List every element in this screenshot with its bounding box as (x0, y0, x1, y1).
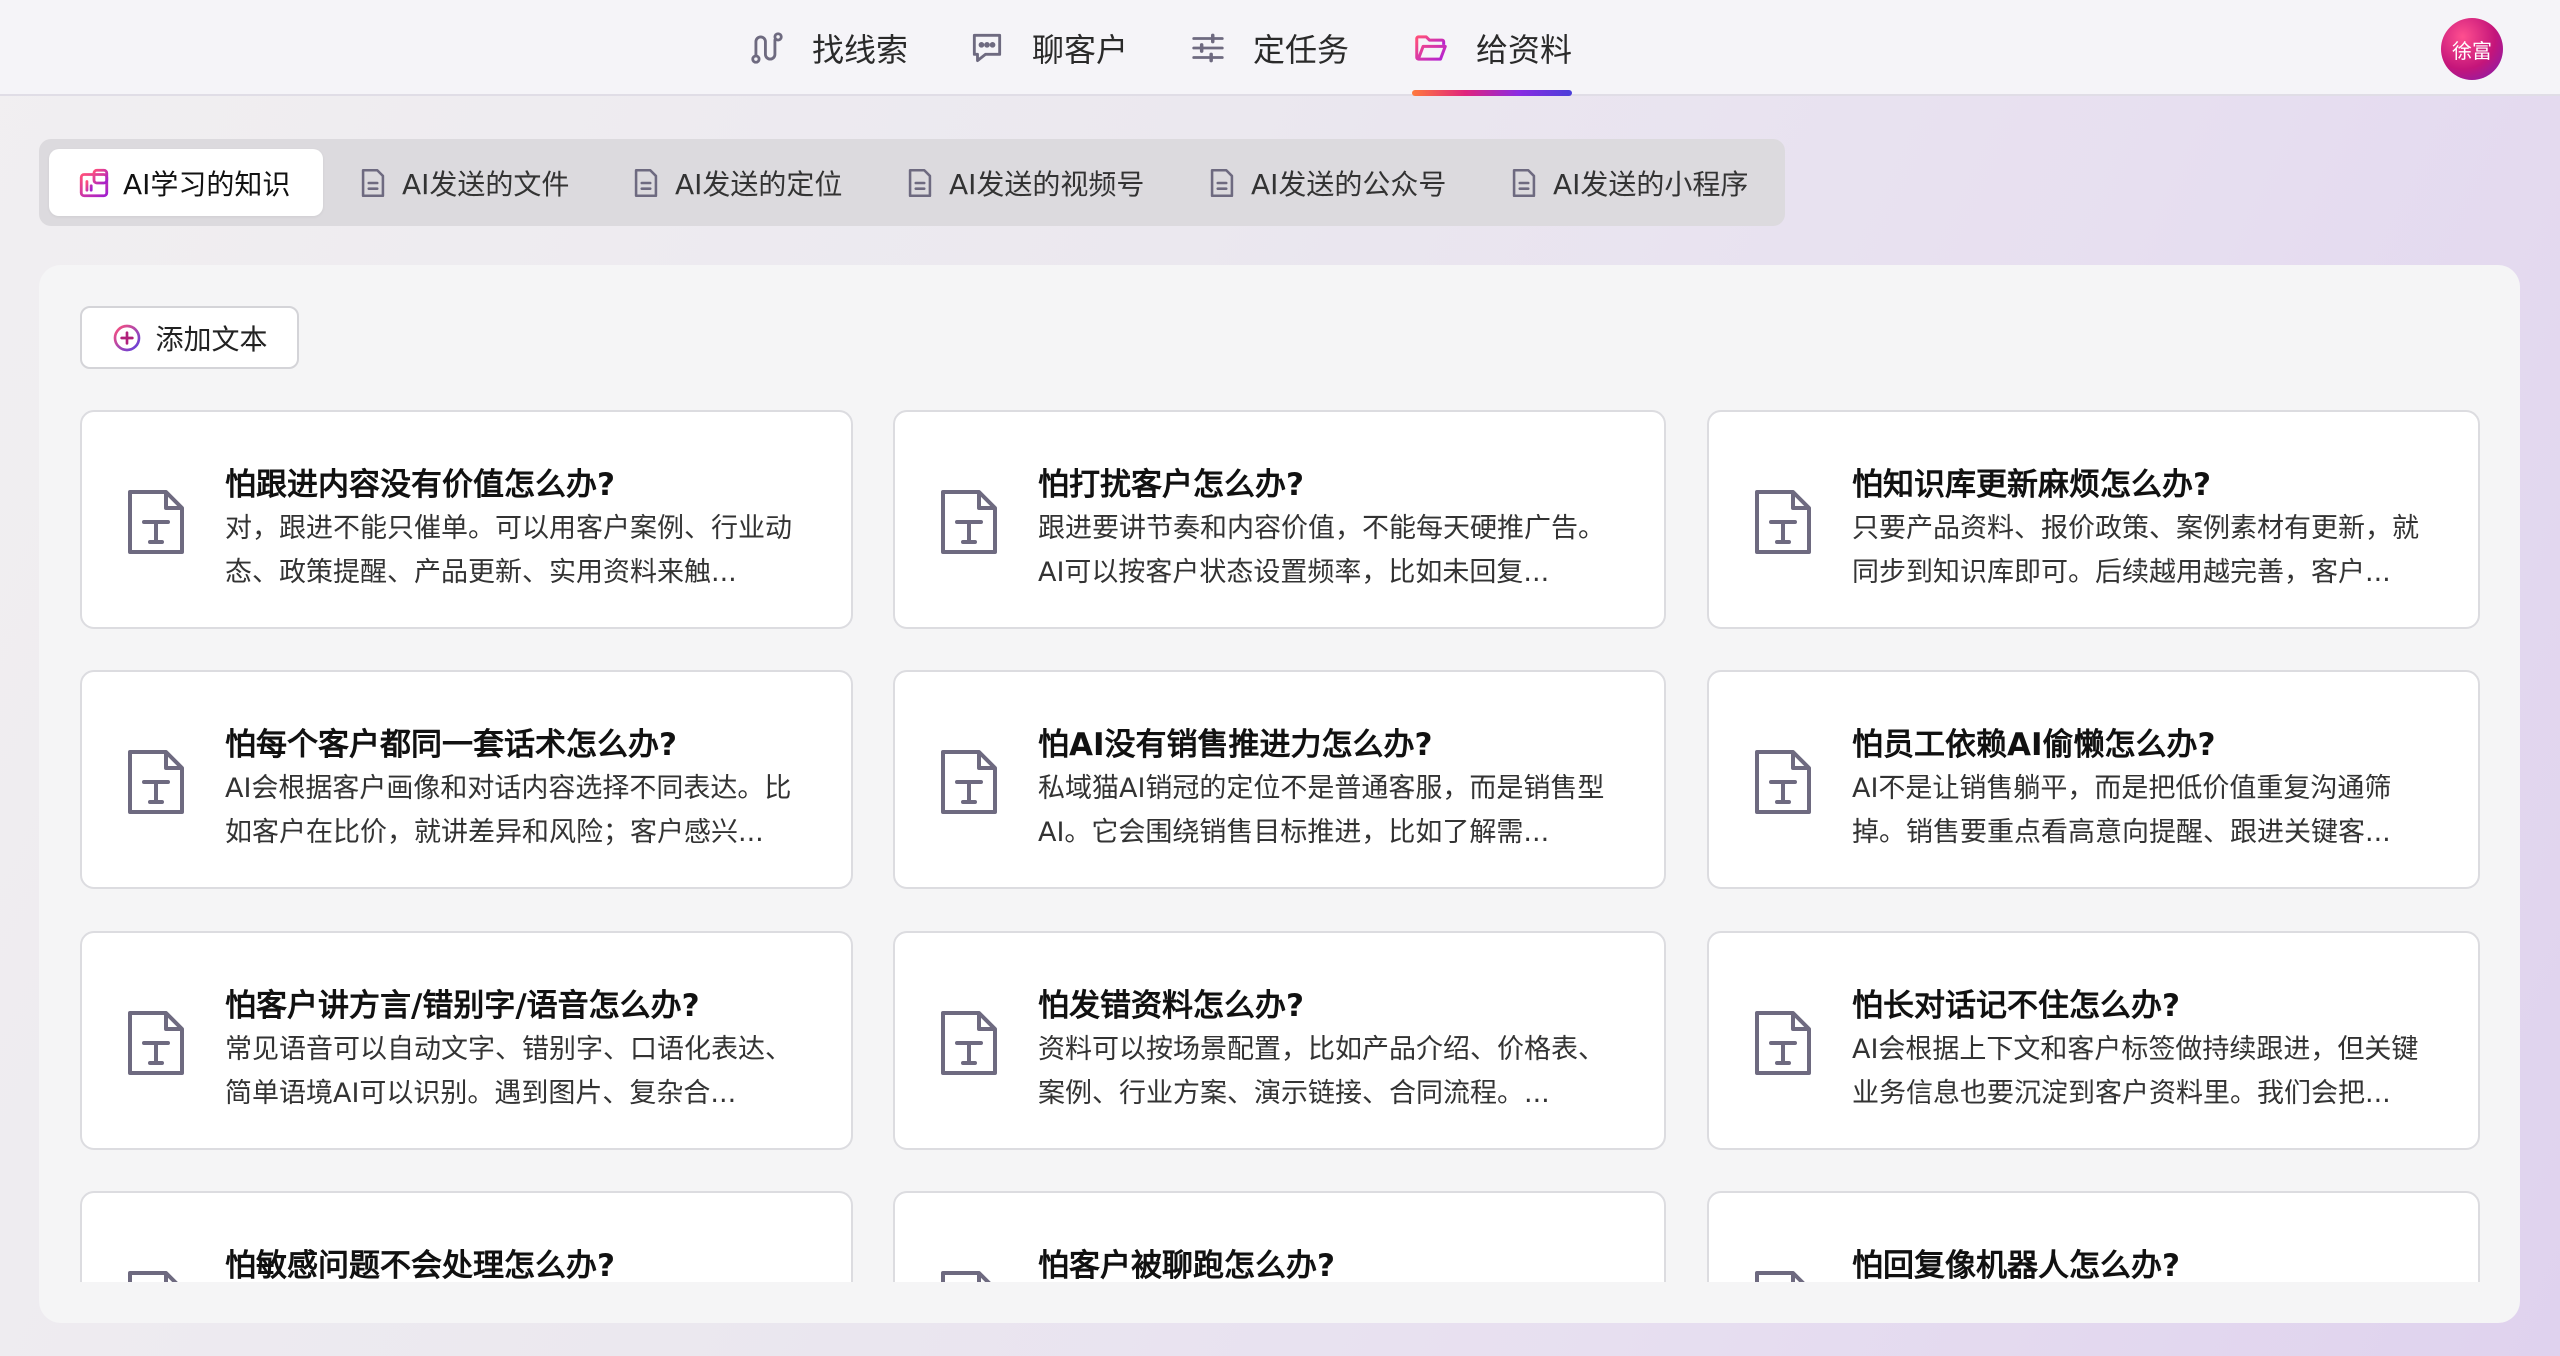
card-title: 怕回复像机器人怎么办? (1852, 1248, 2180, 1282)
knowledge-icon (79, 168, 109, 197)
user-avatar[interactable]: 徐富 (2441, 18, 2503, 80)
document-icon (1210, 168, 1234, 197)
card-title: 怕跟进内容没有价值怎么办? (225, 467, 615, 503)
knowledge-card[interactable]: 怕客户被聊跑怎么办? (893, 1191, 1666, 1282)
card-title: 怕员工依赖AI偷懒怎么办? (1852, 727, 2216, 763)
active-tab-indicator (1412, 90, 1573, 96)
knowledge-card[interactable]: 怕跟进内容没有价值怎么办? 对，跟进不能只催单。可以用客户案例、行业动态、政策提… (80, 410, 853, 629)
card-title: 怕打扰客户怎么办? (1038, 467, 1304, 503)
document-icon (634, 168, 658, 197)
tab-ai-mini-program[interactable]: AI发送的小程序 (1507, 149, 1748, 216)
card-title: 怕每个客户都同一套话术怎么办? (225, 727, 677, 763)
text-document-icon (128, 490, 184, 554)
text-document-icon (128, 750, 184, 814)
knowledge-card[interactable]: 怕回复像机器人怎么办? (1707, 1191, 2480, 1282)
text-document-icon (941, 1011, 997, 1075)
tab-label: AI发送的视频号 (949, 167, 1145, 201)
nav-item-set-tasks[interactable]: 定任务 (1189, 0, 1349, 96)
card-description: AI会根据客户画像和对话内容选择不同表达。比如客户在比价，就讲差异和风险；客户感… (225, 773, 792, 848)
knowledge-card[interactable]: 怕发错资料怎么办? 资料可以按场景配置，比如产品介绍、价格表、案例、行业方案、演… (893, 931, 1666, 1150)
text-document-icon (1755, 1011, 1811, 1075)
nav-item-give-materials[interactable]: 给资料 (1412, 0, 1573, 96)
knowledge-card[interactable]: 怕打扰客户怎么办? 跟进要讲节奏和内容价值，不能每天硬推广告。AI可以按客户状态… (893, 410, 1666, 629)
knowledge-card[interactable]: 怕员工依赖AI偷懒怎么办? AI不是让销售躺平，而是把低价值重复沟通筛掉。销售要… (1707, 670, 2480, 889)
chat-icon (972, 33, 1002, 63)
document-icon (908, 168, 932, 197)
tab-label: AI发送的小程序 (1553, 167, 1749, 201)
nav-item-label: 聊客户 (1032, 31, 1129, 69)
card-description: 对，跟进不能只催单。可以用客户案例、行业动态、政策提醒、产品更新、实用资料来触.… (225, 513, 792, 588)
content-type-tabs: AI学习的知识 AI发送的文件 AI发送的定位 AI发送的视频号 AI发送的公众… (39, 139, 1785, 226)
nav-item-find-leads[interactable]: 找线索 (748, 0, 908, 96)
folder-icon (1415, 35, 1447, 61)
card-title: 怕AI没有销售推进力怎么办? (1038, 727, 1433, 763)
plus-circle-icon (114, 324, 141, 351)
nav-item-label: 给资料 (1476, 31, 1573, 69)
card-title: 怕客户被聊跑怎么办? (1038, 1248, 1335, 1282)
tab-ai-location[interactable]: AI发送的定位 (629, 149, 842, 216)
tab-ai-video-channel[interactable]: AI发送的视频号 (903, 149, 1144, 216)
tab-label: AI发送的公众号 (1251, 167, 1447, 201)
tab-ai-knowledge[interactable]: AI学习的知识 (49, 149, 323, 216)
tab-label: AI发送的定位 (675, 167, 843, 201)
card-description: 资料可以按场景配置，比如产品介绍、价格表、案例、行业方案、演示链接、合同流程。.… (1038, 1034, 1605, 1109)
route-icon (751, 32, 783, 64)
card-description: 只要产品资料、报价政策、案例素材有更新，就同步到知识库即可。后续越用越完善，客户… (1852, 513, 2419, 588)
knowledge-card[interactable]: 怕AI没有销售推进力怎么办? 私域猫AI销冠的定位不是普通客服，而是销售型AI。… (893, 670, 1666, 889)
knowledge-card[interactable]: 怕敏感问题不会处理怎么办? (80, 1191, 853, 1282)
tab-ai-files[interactable]: AI发送的文件 (356, 149, 569, 216)
nav-item-label: 找线索 (812, 31, 909, 69)
knowledge-card-grid: 添加文本 怕跟进内容没有价值怎么办? 对，跟进不能只催单。可以用客户案例、行业动… (39, 265, 2520, 1282)
card-description: 私域猫AI销冠的定位不是普通客服，而是销售型AI。它会围绕销售目标推进，比如了解… (1038, 773, 1605, 848)
knowledge-card[interactable]: 怕每个客户都同一套话术怎么办? AI会根据客户画像和对话内容选择不同表达。比如客… (80, 670, 853, 889)
card-title: 怕知识库更新麻烦怎么办? (1852, 467, 2211, 503)
text-document-icon (128, 1271, 178, 1282)
knowledge-card[interactable]: 怕知识库更新麻烦怎么办? 只要产品资料、报价政策、案例素材有更新，就同步到知识库… (1707, 410, 2480, 629)
add-text-button[interactable]: 添加文本 (80, 306, 299, 369)
add-text-label: 添加文本 (155, 322, 268, 356)
text-document-icon (941, 750, 997, 814)
top-nav-bar: 找线索 聊客户 定任务 给资料 徐富 (0, 0, 2560, 96)
sliders-icon (1192, 33, 1224, 63)
tab-label: AI学习的知识 (123, 167, 291, 201)
text-document-icon (1755, 750, 1811, 814)
knowledge-card[interactable]: 怕长对话记不住怎么办? AI会根据上下文和客户标签做持续跟进，但关键业务信息也要… (1707, 931, 2480, 1150)
text-document-icon (1755, 490, 1811, 554)
card-title: 怕发错资料怎么办? (1038, 988, 1304, 1024)
card-title: 怕客户讲方言/错别字/语音怎么办? (225, 988, 700, 1024)
text-document-icon (941, 1271, 991, 1282)
text-document-icon (1755, 1271, 1805, 1282)
nav-item-chat-customers[interactable]: 聊客户 (968, 0, 1128, 96)
card-description: AI会根据上下文和客户标签做持续跟进，但关键业务信息也要沉淀到客户资料里。我们会… (1852, 1034, 2419, 1109)
card-description: AI不是让销售躺平，而是把低价值重复沟通筛掉。销售要重点看高意向提醒、跟进关键客… (1852, 773, 2392, 848)
text-document-icon (941, 490, 997, 554)
card-description: 常见语音可以自动文字、错别字、口语化表达、简单语境AI可以识别。遇到图片、复杂合… (225, 1034, 792, 1109)
nav-item-label: 定任务 (1253, 31, 1350, 69)
card-description: 跟进要讲节奏和内容价值，不能每天硬推广告。AI可以按客户状态设置频率，比如未回复… (1038, 513, 1605, 588)
document-icon (1512, 168, 1536, 197)
knowledge-panel: 添加文本 怕跟进内容没有价值怎么办? 对，跟进不能只催单。可以用客户案例、行业动… (39, 265, 2520, 1323)
card-title: 怕敏感问题不会处理怎么办? (225, 1248, 615, 1282)
tab-label: AI发送的文件 (402, 167, 570, 201)
card-title: 怕长对话记不住怎么办? (1852, 988, 2180, 1024)
knowledge-card[interactable]: 怕客户讲方言/错别字/语音怎么办? 常见语音可以自动文字、错别字、口语化表达、简… (80, 931, 853, 1150)
text-document-icon (128, 1011, 184, 1075)
document-icon (361, 168, 385, 197)
tab-ai-official-account[interactable]: AI发送的公众号 (1205, 149, 1446, 216)
